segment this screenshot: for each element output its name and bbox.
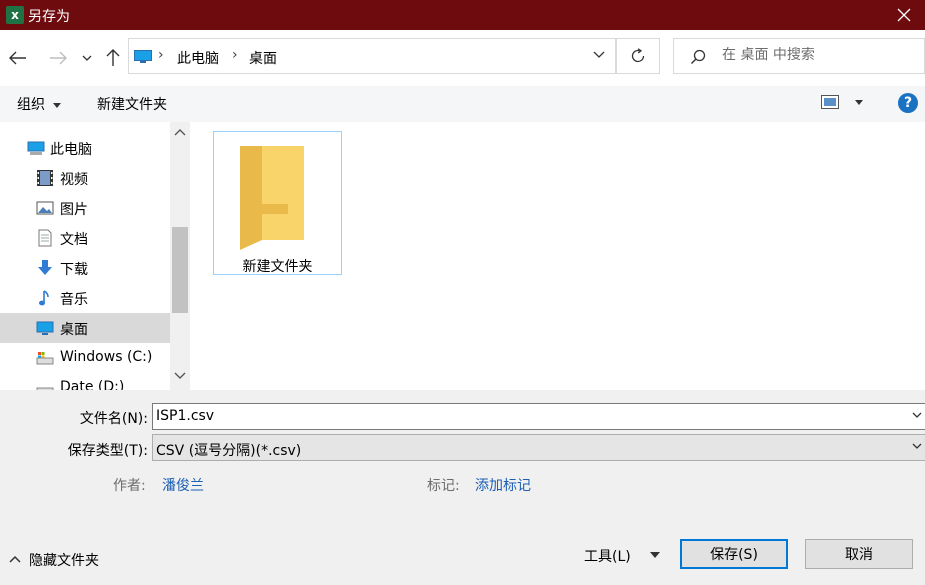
breadcrumb-desktop[interactable]: 桌面 xyxy=(249,48,277,68)
sidebar-item-label: 视频 xyxy=(60,172,88,188)
breadcrumb-separator[interactable]: › xyxy=(232,47,238,63)
up-button[interactable] xyxy=(101,46,125,70)
search-box[interactable] xyxy=(673,38,925,74)
sidebar-item-this-pc[interactable]: 此电脑 xyxy=(0,133,170,163)
filename-field[interactable] xyxy=(152,403,925,430)
tools-menu[interactable]: 工具(L) xyxy=(584,546,631,566)
address-bar[interactable]: › 此电脑 › 桌面 xyxy=(128,38,616,74)
arrow-right-icon xyxy=(50,51,67,65)
breadcrumb-separator[interactable]: › xyxy=(158,47,164,63)
save-options-panel: 文件名(N): 保存类型(T): CSV (逗号分隔)(*.csv) 作者: 潘… xyxy=(0,390,925,585)
filename-input[interactable] xyxy=(156,408,896,424)
desktop-icon xyxy=(36,321,54,335)
chevron-up-icon xyxy=(9,555,21,563)
sidebar-item-label: 文档 xyxy=(60,232,88,248)
download-icon xyxy=(38,260,52,275)
sidebar-item-pictures[interactable]: 图片 xyxy=(0,193,170,223)
sidebar-item-desktop[interactable]: 桌面 xyxy=(0,313,170,343)
document-icon xyxy=(38,229,52,247)
navigation-pane[interactable]: 此电脑 视频 图片 文档 下载 音乐 桌面 Windows (C:) Date … xyxy=(0,122,170,390)
view-icon xyxy=(821,95,839,109)
arrow-left-icon xyxy=(9,51,26,65)
sidebar-item-documents[interactable]: 文档 xyxy=(0,223,170,253)
sidebar-item-music[interactable]: 音乐 xyxy=(0,283,170,313)
caret-down-icon xyxy=(855,100,864,105)
cancel-button[interactable]: 取消 xyxy=(805,539,913,569)
music-icon xyxy=(39,290,49,306)
chevron-down-icon xyxy=(82,55,92,61)
arrow-up-icon xyxy=(106,49,120,66)
computer-icon xyxy=(27,141,45,155)
view-options-button[interactable] xyxy=(821,95,864,113)
search-input[interactable] xyxy=(722,47,912,63)
sidebar-item-label: 桌面 xyxy=(60,322,88,338)
sidebar-item-label: 此电脑 xyxy=(50,142,92,158)
drive-icon xyxy=(36,352,54,365)
breadcrumb-this-pc[interactable]: 此电脑 xyxy=(177,48,219,68)
sidebar-item-label: Windows (C:) xyxy=(60,349,153,365)
sidebar-item-downloads[interactable]: 下载 xyxy=(0,253,170,283)
caret-down-icon xyxy=(53,102,62,108)
tags-label: 标记: xyxy=(427,478,460,494)
sidebar-item-drive-d[interactable]: Date (D:) xyxy=(0,373,170,390)
sidebar-item-label: 下载 xyxy=(60,262,88,278)
back-button[interactable] xyxy=(6,46,30,70)
chevron-down-icon[interactable] xyxy=(593,51,605,59)
video-icon xyxy=(37,170,53,186)
refresh-icon xyxy=(631,48,645,63)
desktop-icon xyxy=(134,50,152,63)
picture-icon xyxy=(36,201,54,215)
author-label: 作者: xyxy=(113,478,146,494)
sidebar-scrollbar[interactable] xyxy=(170,122,190,390)
title-bar: x 另存为 xyxy=(0,0,925,30)
scroll-up-icon[interactable] xyxy=(174,128,186,136)
drive-icon xyxy=(36,387,54,390)
forward-button[interactable] xyxy=(46,46,70,70)
file-list[interactable]: 新建文件夹 xyxy=(190,122,925,390)
refresh-button[interactable] xyxy=(616,38,660,74)
new-folder-button[interactable]: 新建文件夹 xyxy=(97,94,167,114)
scroll-down-icon[interactable] xyxy=(174,372,186,380)
command-toolbar: 组织 新建文件夹 ? xyxy=(0,86,925,122)
search-icon xyxy=(691,49,706,64)
add-tags-link[interactable]: 添加标记 xyxy=(475,475,531,495)
folder-item-label: 新建文件夹 xyxy=(242,259,313,275)
sidebar-item-drive-c[interactable]: Windows (C:) xyxy=(0,343,170,373)
close-button[interactable] xyxy=(883,0,925,30)
sidebar-item-videos[interactable]: 视频 xyxy=(0,163,170,193)
folder-icon xyxy=(240,146,304,250)
organize-menu[interactable]: 组织 xyxy=(17,94,62,114)
filetype-value: CSV (逗号分隔)(*.csv) xyxy=(156,443,302,459)
chevron-down-icon xyxy=(912,443,922,449)
organize-label: 组织 xyxy=(17,97,45,113)
chevron-down-icon[interactable] xyxy=(912,412,922,418)
recent-locations-button[interactable] xyxy=(77,46,97,70)
save-button[interactable]: 保存(S) xyxy=(680,539,788,569)
hide-folders-label: 隐藏文件夹 xyxy=(29,553,99,569)
sidebar-item-label: 音乐 xyxy=(60,292,88,308)
caret-down-icon[interactable] xyxy=(650,552,660,558)
sidebar-item-label: Date (D:) xyxy=(60,379,125,390)
filetype-label: 保存类型(T): xyxy=(67,443,148,459)
filename-label: 文件名(N): xyxy=(79,411,148,427)
close-icon xyxy=(897,8,911,22)
svg-text:x: x xyxy=(11,8,19,22)
sidebar-item-label: 图片 xyxy=(60,202,88,218)
author-value[interactable]: 潘俊兰 xyxy=(162,475,204,495)
navigation-bar: › 此电脑 › 桌面 xyxy=(0,30,925,86)
scrollbar-thumb[interactable] xyxy=(172,227,188,313)
window-title: 另存为 xyxy=(28,9,70,25)
filetype-select[interactable]: CSV (逗号分隔)(*.csv) xyxy=(152,434,925,461)
folder-item[interactable]: 新建文件夹 xyxy=(213,131,342,275)
help-button[interactable]: ? xyxy=(898,93,918,113)
excel-icon: x xyxy=(6,6,24,24)
